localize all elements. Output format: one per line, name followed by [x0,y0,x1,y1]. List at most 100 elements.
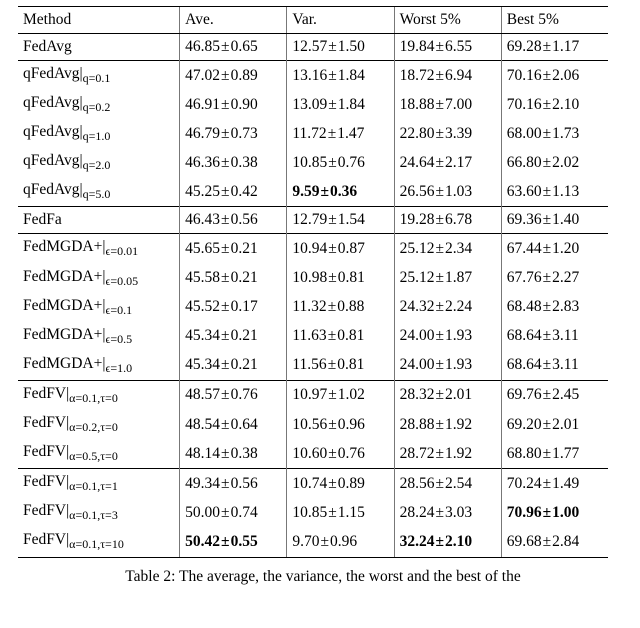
method-cell: FedFV|α=0.2,τ=0 [18,410,180,439]
pm-symbol: ± [542,183,553,200]
worst-cell-err: 1.93 [445,327,472,344]
ave-cell-value: 45.34 [185,356,220,373]
best-cell-err: 2.83 [552,298,579,315]
best-cell-value: 68.64 [507,327,542,344]
pm-symbol: ± [434,416,445,433]
pm-symbol: ± [542,240,553,257]
table-row: FedMGDA+|ϵ=0.145.52±0.1711.32±0.8824.32±… [18,293,608,322]
table-row: FedFV|α=0.2,τ=048.54±0.6410.56±0.9628.88… [18,410,608,439]
table-row: qFedAvg|q=2.046.36±0.3810.85±0.7624.64±2… [18,148,608,177]
header-var: Var. [287,7,394,34]
worst-cell-err: 1.87 [445,269,472,286]
var-cell-err: 1.15 [338,504,365,521]
worst-cell: 28.72±1.92 [394,439,501,469]
best-cell-err: 2.06 [552,67,579,84]
ave-cell-value: 46.79 [185,125,220,142]
var-cell: 9.59±0.36 [287,177,394,207]
ave-cell-value: 46.85 [185,38,220,55]
best-cell-err: 1.73 [552,125,579,142]
pm-symbol: ± [220,38,231,55]
worst-cell-err: 2.34 [445,240,472,257]
pm-symbol: ± [542,96,553,113]
table-row: qFedAvg|q=0.246.91±0.9013.09±1.8418.88±7… [18,90,608,119]
ave-cell-value: 46.36 [185,154,220,171]
ave-cell-value: 45.25 [185,183,220,200]
ave-cell-err: 0.64 [231,416,258,433]
worst-cell: 24.64±2.17 [394,148,501,177]
worst-cell: 28.88±1.92 [394,410,501,439]
var-cell-err: 1.50 [338,38,365,55]
best-cell: 66.80±2.02 [501,148,608,177]
var-cell-err: 1.47 [337,125,364,142]
worst-cell-value: 28.32 [400,386,435,403]
var-cell-value: 11.56 [292,356,326,373]
pm-symbol: ± [327,67,338,84]
best-cell: 68.48±2.83 [501,293,608,322]
best-cell: 67.76±2.27 [501,264,608,293]
method-cell: FedMGDA+|ϵ=0.05 [18,264,180,293]
var-cell-value: 10.98 [292,269,327,286]
method-cell: qFedAvg|q=1.0 [18,119,180,148]
var-cell: 13.16±1.84 [287,61,394,91]
pm-symbol: ± [220,533,231,550]
best-cell-err: 2.27 [552,269,579,286]
method-subscript: q=5.0 [83,187,111,201]
pm-symbol: ± [327,298,338,315]
method-name: FedFV| [23,443,69,460]
ave-cell: 48.14±0.38 [180,439,287,469]
var-cell-value: 10.97 [292,386,327,403]
pm-symbol: ± [220,125,231,142]
method-subscript: α=0.2,τ=0 [69,420,118,434]
var-cell-value: 11.72 [292,125,326,142]
method-cell: qFedAvg|q=5.0 [18,177,180,207]
ave-cell-value: 46.43 [185,211,220,228]
var-cell-err: 0.96 [330,533,357,550]
worst-cell: 28.24±3.03 [394,498,501,527]
pm-symbol: ± [542,211,553,228]
best-cell: 70.16±2.10 [501,90,608,119]
method-subscript: q=2.0 [83,158,111,172]
pm-symbol: ± [434,445,445,462]
pm-symbol: ± [434,67,445,84]
worst-cell-value: 28.88 [400,416,435,433]
best-cell-value: 67.76 [507,269,542,286]
pm-symbol: ± [434,504,445,521]
pm-symbol: ± [434,125,445,142]
var-cell: 11.56±0.81 [287,351,394,381]
worst-cell-err: 7.00 [445,96,472,113]
var-cell-err: 0.81 [337,327,364,344]
worst-cell: 26.56±1.03 [394,177,501,207]
ave-cell-value: 48.14 [185,445,220,462]
worst-cell-value: 26.56 [400,183,435,200]
pm-symbol: ± [434,386,445,403]
method-subscript: α=0.5,τ=0 [69,449,118,463]
var-cell: 13.09±1.84 [287,90,394,119]
best-cell-value: 68.00 [507,125,542,142]
pm-symbol: ± [220,211,231,228]
ave-cell: 50.00±0.74 [180,498,287,527]
worst-cell-value: 28.24 [400,504,435,521]
ave-cell-err: 0.17 [231,298,258,315]
var-cell-value: 10.85 [292,504,327,521]
worst-cell-value: 24.32 [400,298,435,315]
best-cell-err: 3.11 [552,327,579,344]
ave-cell-value: 48.57 [185,386,220,403]
ave-cell-value: 45.65 [185,240,220,257]
method-name: FedFV| [23,473,69,490]
ave-cell: 45.34±0.21 [180,322,287,351]
var-cell: 12.57±1.50 [287,34,394,61]
method-cell: qFedAvg|q=0.2 [18,90,180,119]
ave-cell: 45.25±0.42 [180,177,287,207]
best-cell-value: 70.16 [507,67,542,84]
method-subscript: α=0.1,τ=1 [69,479,118,493]
best-cell-err: 1.20 [552,240,579,257]
table-row: FedFV|α=0.1,τ=350.00±0.7410.85±1.1528.24… [18,498,608,527]
worst-cell: 22.80±3.39 [394,119,501,148]
var-cell-err: 0.81 [337,356,364,373]
best-cell-value: 69.76 [507,386,542,403]
var-cell-value: 9.59 [292,183,319,200]
var-cell: 10.97±1.02 [287,380,394,410]
ave-cell: 46.79±0.73 [180,119,287,148]
method-name: FedFa [23,211,62,228]
worst-cell-err: 1.93 [445,356,472,373]
